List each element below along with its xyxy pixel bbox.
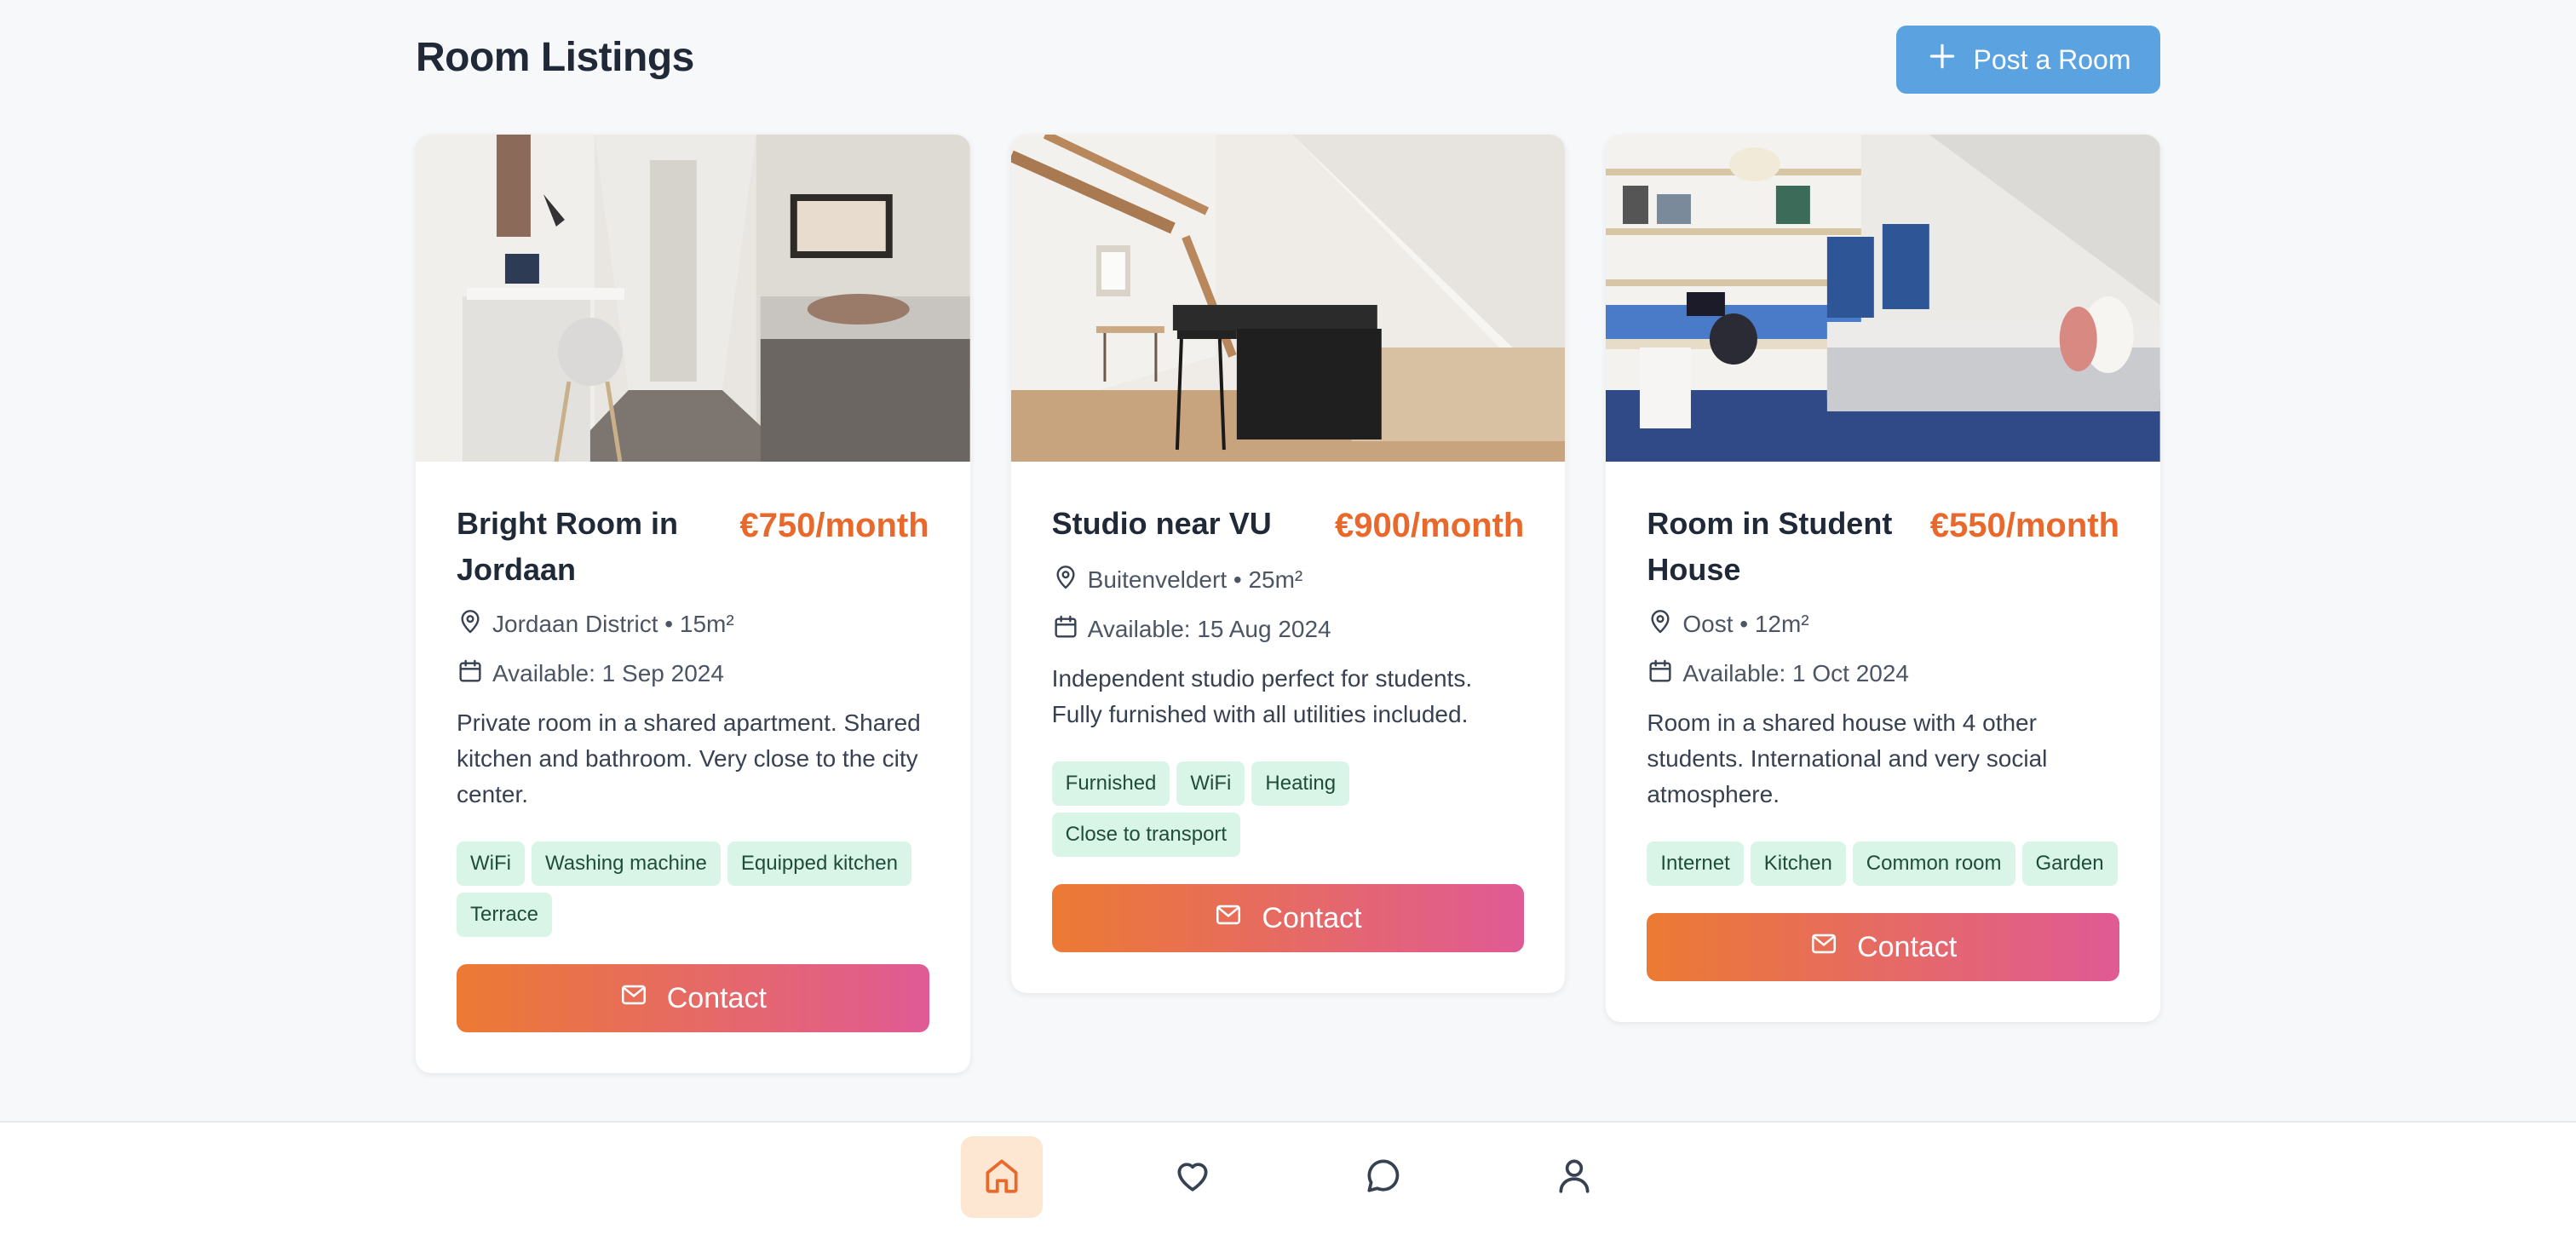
- listing-card[interactable]: Bright Room in Jordaan €750/month Jordaa…: [416, 135, 970, 1073]
- title-row: Bright Room in Jordaan €750/month: [457, 501, 929, 593]
- amenity-tag: Furnished: [1051, 761, 1170, 806]
- contact-button[interactable]: Contact: [1647, 913, 2120, 981]
- amenity-tag: Equipped kitchen: [727, 842, 911, 886]
- listing-card[interactable]: Room in Student House €550/month Oost • …: [1606, 135, 2161, 1022]
- card-body: Room in Student House €550/month Oost • …: [1606, 462, 2160, 981]
- location-text: Jordaan District • 15m²: [492, 611, 734, 637]
- listing-grid: Bright Room in Jordaan €750/month Jordaa…: [416, 135, 2161, 1073]
- availability-row: Available: 15 Aug 2024: [1052, 612, 1525, 647]
- post-room-button[interactable]: Post a Room: [1896, 26, 2160, 94]
- bottom-nav: [0, 1121, 2576, 1235]
- listing-price: €900/month: [1335, 507, 1525, 544]
- listing-title[interactable]: Room in Student House: [1647, 501, 1902, 593]
- amenity-tag: Heating: [1251, 761, 1350, 806]
- contact-label: Contact: [1262, 901, 1362, 934]
- page-title: Room Listings: [416, 35, 694, 80]
- main-container: Room Listings Post a Room Bright Room in…: [416, 0, 2161, 1073]
- map-pin-icon: [1052, 564, 1079, 597]
- amenity-tag: Garden: [2021, 842, 2118, 886]
- location-row: Jordaan District • 15m²: [457, 606, 929, 642]
- page-header: Room Listings Post a Room: [416, 0, 2160, 135]
- contact-label: Contact: [1857, 930, 1958, 963]
- amenity-tag: Close to transport: [1051, 813, 1241, 857]
- contact-button[interactable]: Contact: [457, 964, 929, 1032]
- listing-title[interactable]: Bright Room in Jordaan: [457, 501, 712, 593]
- room-photo-student-room[interactable]: [1606, 135, 2161, 462]
- heart-icon: [1171, 1154, 1214, 1201]
- bottom-nav-items: [961, 1136, 1615, 1218]
- amenity-tags: Internet Kitchen Common room Garden: [1647, 842, 2119, 886]
- amenity-tag: Terrace: [457, 893, 553, 937]
- availability-row: Available: 1 Oct 2024: [1647, 656, 2119, 692]
- location-row: Oost • 12m²: [1647, 606, 2119, 642]
- mail-icon: [1214, 900, 1243, 937]
- mail-icon: [1809, 929, 1838, 966]
- listing-title[interactable]: Studio near VU: [1052, 501, 1272, 547]
- nav-home[interactable]: [961, 1136, 1043, 1218]
- mail-icon: [619, 980, 648, 1017]
- chat-icon: [1362, 1154, 1405, 1201]
- title-row: Studio near VU €900/month: [1052, 501, 1525, 549]
- nav-favorites[interactable]: [1152, 1136, 1233, 1218]
- availability-text: Available: 1 Sep 2024: [492, 660, 724, 686]
- user-icon: [1553, 1154, 1596, 1201]
- contact-button[interactable]: Contact: [1051, 884, 1525, 952]
- amenity-tags: Furnished WiFi Heating Close to transpor…: [1051, 761, 1525, 857]
- nav-profile[interactable]: [1533, 1136, 1615, 1218]
- calendar-icon: [457, 658, 484, 691]
- availability-text: Available: 15 Aug 2024: [1087, 616, 1331, 642]
- map-pin-icon: [1647, 608, 1674, 641]
- listing-description: Independent studio perfect for students.…: [1051, 665, 1473, 727]
- title-row: Room in Student House €550/month: [1647, 501, 2119, 593]
- room-photo-bedroom-desk[interactable]: [416, 135, 970, 462]
- nav-messages[interactable]: [1343, 1136, 1424, 1218]
- map-pin-icon: [457, 608, 484, 641]
- listing-price: €550/month: [1929, 507, 2120, 544]
- amenity-tag: WiFi: [1176, 761, 1245, 806]
- amenity-tag: WiFi: [457, 842, 525, 886]
- card-body: Bright Room in Jordaan €750/month Jordaa…: [416, 462, 970, 1032]
- listing-card[interactable]: Studio near VU €900/month Buitenveldert …: [1010, 135, 1566, 993]
- calendar-icon: [1052, 613, 1079, 646]
- amenity-tag: Common room: [1852, 842, 2015, 886]
- calendar-icon: [1647, 658, 1674, 691]
- amenity-tag: Internet: [1647, 842, 1744, 886]
- amenity-tag: Kitchen: [1750, 842, 1846, 886]
- home-icon: [980, 1154, 1023, 1201]
- listing-description: Private room in a shared apartment. Shar…: [457, 709, 921, 807]
- location-text: Oost • 12m²: [1682, 611, 1809, 637]
- amenity-tags: WiFi Washing machine Equipped kitchen Te…: [457, 842, 929, 937]
- location-row: Buitenveldert • 25m²: [1052, 562, 1525, 598]
- amenity-tag: Washing machine: [531, 842, 721, 886]
- card-body: Studio near VU €900/month Buitenveldert …: [1011, 462, 1566, 952]
- post-room-label: Post a Room: [1973, 43, 2131, 75]
- availability-text: Available: 1 Oct 2024: [1682, 660, 1910, 686]
- plus-icon: [1926, 40, 1958, 79]
- contact-label: Contact: [666, 981, 767, 1014]
- location-text: Buitenveldert • 25m²: [1087, 566, 1303, 593]
- listing-price: €750/month: [739, 507, 929, 544]
- listing-description: Room in a shared house with 4 other stud…: [1647, 709, 2048, 807]
- availability-row: Available: 1 Sep 2024: [457, 656, 929, 692]
- room-photo-studio-kitchen[interactable]: [1010, 135, 1566, 462]
